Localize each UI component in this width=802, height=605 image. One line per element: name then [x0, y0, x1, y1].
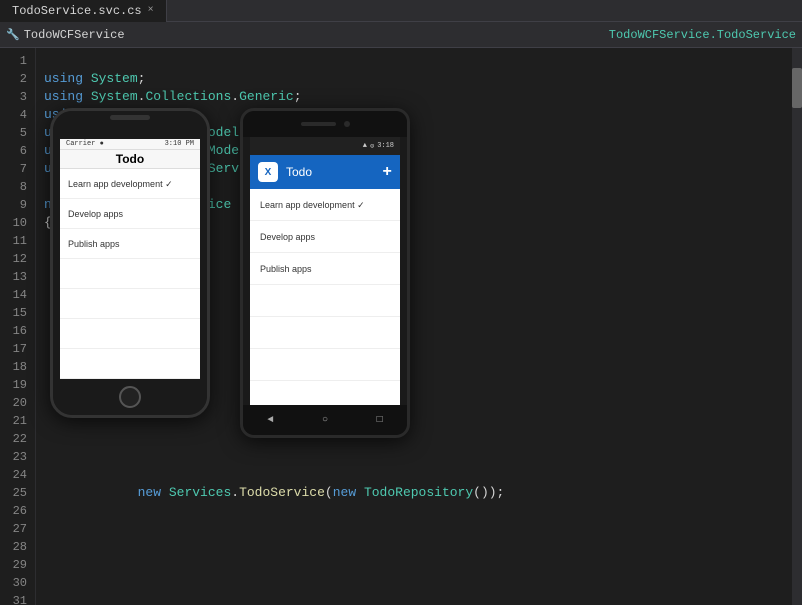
android-device: ▲ ⊙ 3:18 X Todo + Learn app development …	[240, 108, 410, 438]
code-line-23	[36, 448, 802, 466]
android-list-item-4	[250, 285, 400, 317]
vertical-scrollbar[interactable]	[792, 48, 802, 605]
android-back-icon: ◄	[267, 415, 273, 426]
nav-type-info: TodoWCFService.TodoService	[609, 28, 796, 42]
android-status-bar: ▲ ⊙ 3:18	[250, 137, 400, 155]
iphone-top-bar	[53, 111, 207, 139]
android-app-bar: X Todo +	[250, 155, 400, 189]
android-recent-button[interactable]: □	[374, 414, 386, 426]
android-app-icon: X	[258, 162, 278, 182]
android-app-title: Todo	[278, 165, 382, 179]
iphone-list-item-7	[60, 349, 200, 379]
iphone-list: Learn app development ✓ Develop apps Pub…	[60, 169, 200, 379]
tab-close-button[interactable]: ×	[148, 5, 154, 16]
file-tab[interactable]: TodoService.svc.cs ×	[0, 0, 167, 22]
iphone-app-bar: Todo	[60, 150, 200, 169]
phones-overlay: Carrier ● 3:10 PM Todo Learn app develop…	[50, 108, 410, 438]
android-nav-bar: ◄ ○ □	[243, 405, 407, 435]
iphone-status-bar: Carrier ● 3:10 PM	[60, 139, 200, 150]
android-screen: ▲ ⊙ 3:18 X Todo + Learn app development …	[250, 137, 400, 405]
android-recent-icon: □	[377, 415, 383, 426]
code-line-24	[36, 466, 802, 484]
android-home-button[interactable]: ○	[319, 414, 331, 426]
android-top-bar	[243, 111, 407, 137]
code-line-2: using System;	[36, 70, 802, 88]
android-time: 3:18	[377, 142, 394, 150]
android-list-item-2: Develop apps	[250, 221, 400, 253]
android-list-item-1: Learn app development ✓	[250, 189, 400, 221]
android-list-item-6	[250, 349, 400, 381]
nav-bar: 🔧 TodoWCFService TodoWCFService.TodoServ…	[0, 22, 802, 48]
iphone-home-button[interactable]	[119, 386, 141, 408]
android-add-button[interactable]: +	[382, 163, 392, 181]
editor-area: 1 2 3 4 5 6 7 8 9 10 11 12 13 14 15 16 1…	[0, 48, 802, 605]
nav-breadcrumb: TodoWCFService	[24, 28, 125, 42]
iphone-app-title: Todo	[116, 152, 144, 166]
tab-filename: TodoService.svc.cs	[12, 4, 142, 18]
android-wifi-icon: ⊙	[370, 142, 374, 151]
code-line-3: using System.Collections.Generic;	[36, 88, 802, 106]
nav-left: 🔧 TodoWCFService	[6, 28, 605, 42]
code-line-26	[36, 502, 802, 520]
iphone-speaker	[110, 115, 150, 120]
android-list-item-5	[250, 317, 400, 349]
iphone-list-item-5	[60, 289, 200, 319]
iphone-list-item-3: Publish apps	[60, 229, 200, 259]
code-line-27	[36, 520, 802, 538]
iphone-time: 3:10 PM	[165, 140, 194, 148]
code-line-25: new Services.TodoService(new TodoReposit…	[36, 484, 802, 502]
android-app-icon-label: X	[265, 167, 272, 178]
android-signal-icon: ▲	[363, 142, 367, 150]
code-line-28	[36, 538, 802, 556]
iphone-bottom	[53, 379, 207, 415]
android-list: Learn app development ✓ Develop apps Pub…	[250, 189, 400, 405]
iphone-screen: Carrier ● 3:10 PM Todo Learn app develop…	[60, 139, 200, 379]
iphone-list-item-6	[60, 319, 200, 349]
iphone-list-item-4	[60, 259, 200, 289]
code-line-29	[36, 556, 802, 574]
iphone-list-item-1: Learn app development ✓	[60, 169, 200, 199]
code-line-30	[36, 574, 802, 592]
code-line-31	[36, 592, 802, 605]
title-bar: TodoService.svc.cs ×	[0, 0, 802, 22]
code-line-1	[36, 52, 802, 70]
android-camera	[344, 121, 350, 127]
android-speaker	[301, 122, 336, 126]
iphone-carrier: Carrier ●	[66, 140, 104, 148]
scrollbar-thumb[interactable]	[792, 68, 802, 108]
project-icon: 🔧	[6, 28, 20, 42]
iphone-device: Carrier ● 3:10 PM Todo Learn app develop…	[50, 108, 210, 418]
line-numbers: 1 2 3 4 5 6 7 8 9 10 11 12 13 14 15 16 1…	[0, 48, 36, 605]
iphone-list-item-2: Develop apps	[60, 199, 200, 229]
android-home-icon: ○	[322, 415, 328, 426]
android-back-button[interactable]: ◄	[264, 414, 276, 426]
android-list-item-3: Publish apps	[250, 253, 400, 285]
